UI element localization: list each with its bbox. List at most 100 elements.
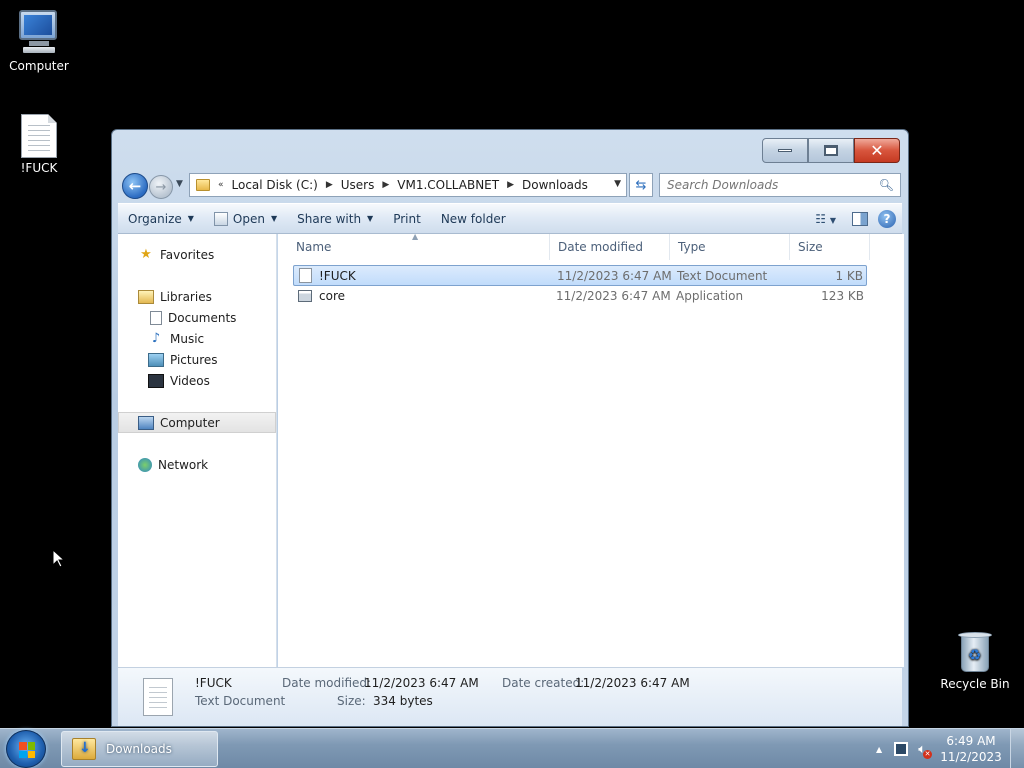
system-tray: ▲ 🔈︎ ✕ 6:49 AM 11/2/2023 [876,729,1024,768]
network-icon [138,457,152,472]
nav-item-music[interactable]: ♪ Music [118,328,276,349]
nav-item-documents[interactable]: Documents [118,307,276,328]
file-list: ▲ Name Date modified Type Size !FUCK 11/… [278,232,904,667]
nav-item-pictures[interactable]: Pictures [118,349,276,370]
music-note-icon: ♪ [151,331,161,346]
search-icon[interactable]: 🔍︎ [879,178,894,192]
organize-button[interactable]: Organize ▼ [118,207,204,230]
clock-date: 11/2/2023 [940,750,1002,764]
breadcrumb-overflow[interactable]: « [214,180,228,190]
navigation-pane: ★ Favorites Libraries Documents ♪ Music Pi… [118,234,277,667]
star-icon: ★ [140,247,152,262]
close-button[interactable]: ✕ [854,138,900,163]
nav-item-videos[interactable]: Videos [118,370,276,391]
desktop-icon-recycle-bin[interactable]: Recycle Bin [936,630,1014,691]
pictures-icon [148,352,164,367]
network-status-icon[interactable] [894,742,909,756]
nav-item-libraries[interactable]: Libraries [118,286,276,307]
column-header-date-modified[interactable]: Date modified [550,234,670,260]
print-label: Print [393,211,421,226]
windows-logo-icon [19,742,35,758]
desktop-icon-label: Recycle Bin [940,677,1010,691]
nav-item-label: Music [170,331,205,346]
details-size-label: Size: [337,694,366,708]
breadcrumb-separator-icon[interactable]: ▶ [503,180,518,190]
share-with-label: Share with [297,211,362,226]
mouse-cursor-icon [52,549,64,568]
back-button[interactable]: ← [122,173,148,199]
desktop-icon-computer[interactable]: Computer [0,8,78,73]
refresh-button[interactable]: ⇆ [629,173,653,197]
column-headers: ▲ Name Date modified Type Size [278,232,904,260]
breadcrumb-separator-icon[interactable]: ▶ [378,180,393,190]
back-arrow-icon: ← [128,177,142,195]
breadcrumb-separator-icon[interactable]: ▶ [322,180,337,190]
volume-muted-icon[interactable]: 🔈︎ ✕ [918,742,932,759]
open-label: Open [232,211,265,226]
change-view-button[interactable]: ☷ ▼ [809,212,842,226]
help-button[interactable]: ? [878,209,896,228]
forward-button[interactable]: → [149,175,173,199]
text-document-icon [21,114,57,158]
print-button[interactable]: Print [383,207,431,230]
breadcrumb-users[interactable]: Users [337,178,379,192]
clock-time: 6:49 AM [946,734,996,748]
chevron-down-icon: ▼ [367,214,374,223]
chevron-down-icon: ▼ [829,215,836,225]
nav-item-label: Videos [170,373,210,388]
nav-item-label: Pictures [170,352,218,367]
desktop-icon-file[interactable]: !FUCK [0,114,78,175]
show-hidden-icons-button[interactable]: ▲ [876,745,882,754]
open-button[interactable]: Open ▼ [204,207,287,230]
refresh-icon: ⇆ [635,177,647,193]
nav-item-network[interactable]: Network [118,454,276,475]
library-icon [138,289,154,304]
computer-icon [138,415,154,430]
recent-pages-dropdown[interactable]: ▼ [176,179,183,189]
help-icon: ? [883,211,891,226]
breadcrumb-local-disk[interactable]: Local Disk (C:) [228,178,322,192]
column-header-size[interactable]: Size [790,234,870,260]
maximize-button[interactable] [808,138,854,163]
text-document-icon [143,678,173,716]
nav-item-label: Libraries [160,289,212,304]
preview-pane-button[interactable] [852,211,868,226]
file-row-selected[interactable]: !FUCK 11/2/2023 6:47 AM Text Document 1 … [293,265,867,286]
details-file-type: Text Document [195,694,286,708]
address-dropdown-icon[interactable]: ▼ [614,179,621,189]
file-size-cell: 1 KB [835,268,863,283]
nav-item-computer[interactable]: Computer [118,412,276,433]
start-button[interactable] [6,730,46,768]
search-input[interactable] [660,178,870,192]
file-name-cell: !FUCK [299,266,356,285]
taskbar-button-downloads[interactable]: Downloads [61,731,218,767]
desktop-icon-label: !FUCK [20,161,58,175]
taskbar-button-label: Downloads [106,742,172,756]
new-folder-button[interactable]: New folder [431,207,516,230]
show-desktop-button[interactable] [1010,729,1024,768]
breadcrumb-downloads[interactable]: Downloads [518,178,592,192]
column-header-name[interactable]: Name [288,234,550,260]
desktop-icon-label: Computer [9,59,69,73]
forward-arrow-icon: → [155,179,167,195]
breadcrumb-user-folder[interactable]: VM1.COLLABNET [393,178,503,192]
share-with-button[interactable]: Share with ▼ [287,207,383,230]
command-bar: Organize ▼ Open ▼ Share with ▼ Print New fo… [118,203,902,234]
minimize-button[interactable] [762,138,808,163]
nav-item-label: Computer [160,415,220,430]
details-view-icon: ☷ [815,211,827,226]
folder-icon [196,179,210,191]
details-size-value: 334 bytes [373,694,433,708]
documents-icon [150,310,162,325]
nav-item-favorites[interactable]: ★ Favorites [118,244,276,265]
caption-buttons: ✕ [762,138,900,163]
search-box[interactable]: 🔍︎ [659,173,901,197]
clock[interactable]: 6:49 AM 11/2/2023 [938,733,1004,765]
explorer-window: ✕ ← → ▼ « Local Disk (C:) ▶ Users ▶ VM1.… [111,129,909,727]
column-header-type[interactable]: Type [670,234,790,260]
text-document-icon [299,268,312,283]
taskbar: Downloads ▲ 🔈︎✕ 6:49 AM 11/2/2023 [0,728,1024,768]
address-bar[interactable]: « Local Disk (C:) ▶ Users ▶ VM1.COLLABNE… [189,173,627,197]
file-row[interactable]: core 11/2/2023 6:47 AM Application 123 K… [293,286,867,307]
maximize-icon [824,145,838,156]
